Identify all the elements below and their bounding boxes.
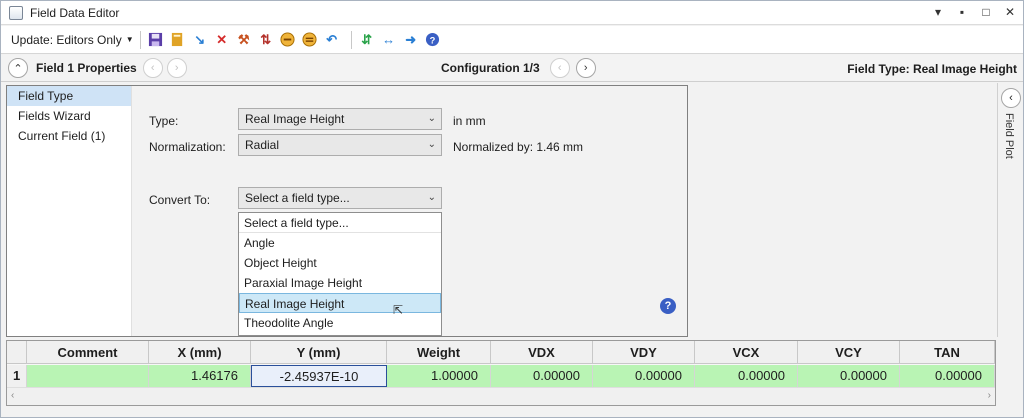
undo-arrow-icon[interactable]: ↶ [323,31,341,49]
sort-icon[interactable]: ⇅ [257,31,275,49]
field-type-status: Field Type: Real Image Height [847,62,1017,76]
column-header-vcx[interactable]: VCX [695,341,798,364]
insert-arrow-icon[interactable]: ↘ [191,31,209,49]
column-header-y[interactable]: Y (mm) [251,341,387,364]
minus-circle-icon[interactable] [279,31,297,49]
column-header-comment[interactable]: Comment [27,341,149,364]
dropdown-option-placeholder[interactable]: Select a field type... [239,213,441,233]
table-row: 1 1.46176 -2.45937E-10 1.00000 0.00000 0… [7,365,995,387]
row-header-corner [7,341,27,364]
editor-icon [9,5,23,20]
type-label: Type: [149,114,179,128]
toolbar: Update: Editors Only ▼ ↘ ✕ ⚒ ⇅ ↶ ⇵ ↔ ➜ ? [1,26,1023,54]
column-header-x[interactable]: X (mm) [149,341,251,364]
field-plot-tab[interactable]: Field Plot [1003,113,1015,159]
svg-text:?: ? [430,35,436,45]
column-header-weight[interactable]: Weight [387,341,491,364]
nav-item-fields-wizard[interactable]: Fields Wizard [7,106,131,126]
window-controls: ▾ ▪ □ ✕ [931,4,1017,20]
minus-circle-alt-icon[interactable] [301,31,319,49]
window-title: Field Data Editor [30,5,120,20]
swap-icon[interactable]: ⇵ [358,31,376,49]
save-icon[interactable] [147,31,165,49]
configuration-title: Configuration 1/3 [441,61,540,75]
normalization-label: Normalization: [149,140,226,154]
cell-weight[interactable]: 1.00000 [387,365,491,387]
column-header-vdx[interactable]: VDX [491,341,593,364]
normalization-select-value: Radial [245,138,280,152]
next-field-icon[interactable]: › [166,58,187,78]
cell-tan[interactable]: 0.00000 [900,365,995,387]
wizard-icon[interactable]: ⚒ [235,31,253,49]
delete-icon[interactable]: ✕ [213,31,231,49]
restore-icon[interactable]: □ [979,4,993,20]
toolbar-separator [139,30,141,49]
prev-field-icon[interactable]: ‹ [142,58,163,78]
mouse-cursor-icon: ⇱ [393,303,404,317]
field-data-editor-window: Field Data Editor ▾ ▪ □ ✕ Update: Editor… [0,0,1024,418]
dropdown-option-angle[interactable]: Angle [239,233,441,253]
toolbar-separator [350,30,352,49]
arrow-right-icon[interactable]: ➜ [402,31,420,49]
chevron-down-icon: ▼ [125,35,134,44]
convert-to-dropdown-list: Select a field type... Angle Object Heig… [238,212,442,336]
grid-header-row: Comment X (mm) Y (mm) Weight VDX VDY VCX… [7,341,995,364]
nav-item-field-type[interactable]: Field Type [7,86,131,106]
chevron-down-icon: ⌄ [427,192,436,203]
update-mode-dropdown[interactable]: Update: Editors Only ▼ [11,29,134,51]
dropdown-option-theodolite-angle[interactable]: Theodolite Angle [239,313,441,333]
column-header-vdy[interactable]: VDY [593,341,695,364]
prev-config-icon[interactable]: ‹ [549,58,570,78]
cell-vdy[interactable]: 0.00000 [593,365,695,387]
expand-panel-icon[interactable]: ‹ [1001,88,1021,108]
cell-vcy[interactable]: 0.00000 [798,365,900,387]
close-icon[interactable]: ✕ [1003,4,1017,20]
properties-nav: Field Type Fields Wizard Current Field (… [7,86,131,336]
field-plot-side-panel: ‹ Field Plot [997,83,1023,337]
scroll-right-icon[interactable]: › [988,390,991,401]
field-data-grid: Comment X (mm) Y (mm) Weight VDX VDY VCX… [6,340,996,406]
dropdown-option-object-height[interactable]: Object Height [239,253,441,273]
chevron-down-icon: ⌄ [427,113,436,124]
dropdown-option-real-image-height[interactable]: Real Image Height [239,293,441,313]
field-type-content: Type: Real Image Height ⌄ in mm Normaliz… [131,86,687,336]
update-mode-label: Update: Editors Only [11,32,122,47]
cell-y-selected[interactable]: -2.45937E-10 [251,365,387,387]
window-menu-icon[interactable]: ▾ [931,4,945,20]
field-properties-title: Field 1 Properties [36,61,137,75]
scroll-left-icon[interactable]: ‹ [11,390,14,401]
horizontal-scrollbar[interactable]: ‹ › [7,387,995,405]
cell-vdx[interactable]: 0.00000 [491,365,593,387]
type-select[interactable]: Real Image Height ⌄ [238,108,442,130]
row-index[interactable]: 1 [7,365,27,387]
cell-vcx[interactable]: 0.00000 [695,365,798,387]
next-config-icon[interactable]: › [575,58,596,78]
convert-to-select[interactable]: Select a field type... ⌄ [238,187,442,209]
normalized-by-text: Normalized by: 1.46 mm [453,140,584,154]
help-icon[interactable]: ? [424,31,442,49]
convert-to-label: Convert To: [149,193,211,207]
collapse-icon[interactable]: ⌃ [8,58,28,78]
normalization-select[interactable]: Radial ⌄ [238,134,442,156]
title-bar: Field Data Editor ▾ ▪ □ ✕ [1,1,1023,25]
properties-panel: Field Type Fields Wizard Current Field (… [6,85,688,337]
cell-comment[interactable] [27,365,149,387]
shift-icon[interactable]: ↔ [380,31,398,49]
column-header-tan[interactable]: TAN [900,341,995,364]
convert-to-select-value: Select a field type... [245,191,350,205]
chevron-down-icon: ⌄ [427,139,436,150]
type-unit: in mm [453,114,486,128]
column-header-vcy[interactable]: VCY [798,341,900,364]
load-icon[interactable] [169,31,187,49]
nav-item-current-field[interactable]: Current Field (1) [7,126,131,146]
configuration-nav: Configuration 1/3 ‹ › [441,58,596,78]
type-select-value: Real Image Height [245,112,345,126]
dropdown-option-paraxial-image-height[interactable]: Paraxial Image Height [239,273,441,293]
help-icon[interactable]: ? [660,298,676,314]
pin-icon[interactable]: ▪ [955,4,969,20]
properties-header: ⌃ Field 1 Properties ‹ › Configuration 1… [1,55,1023,82]
cell-x[interactable]: 1.46176 [149,365,251,387]
